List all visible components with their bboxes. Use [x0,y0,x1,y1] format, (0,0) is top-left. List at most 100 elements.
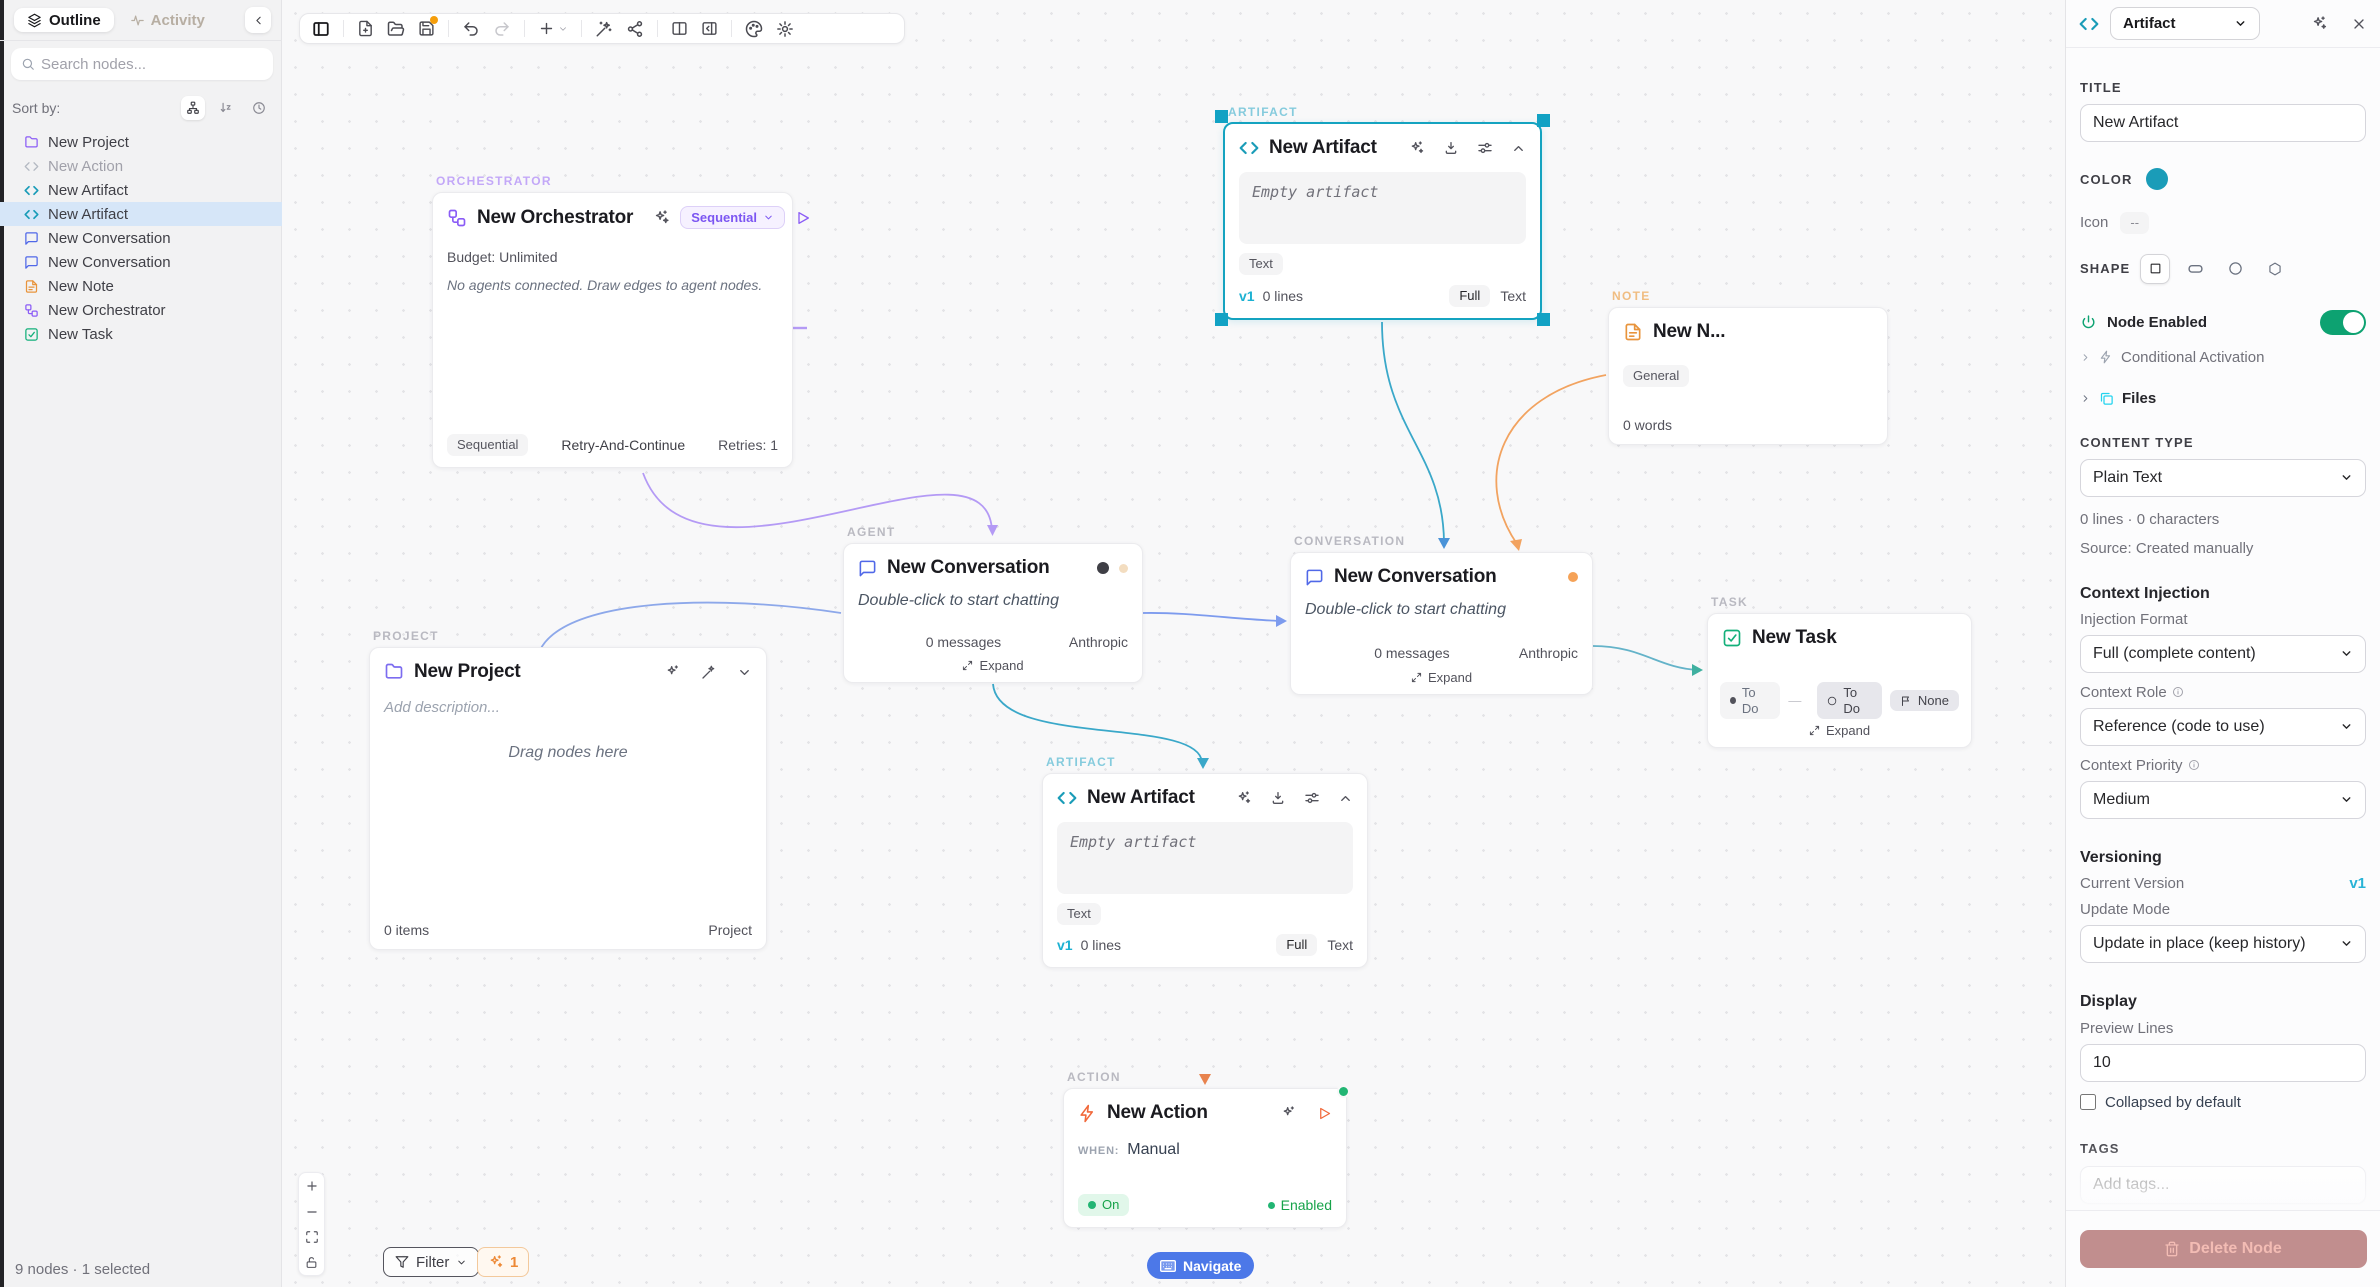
delete-node-button[interactable]: Delete Node [2080,1230,2367,1268]
todo-chip[interactable]: To Do [1817,682,1882,719]
icon-picker[interactable]: -- [2120,212,2149,234]
tab-activity[interactable]: Activity [122,8,213,33]
sparkles-icon[interactable] [1409,140,1425,156]
content-type-select[interactable]: Plain Text [2080,459,2366,497]
node-conversation-agent[interactable]: AGENT New Conversation Double-click to s… [843,543,1143,683]
title-input[interactable] [2080,104,2366,142]
selection-handle[interactable] [1215,110,1228,123]
artifact-content-placeholder[interactable]: Empty artifact [1057,822,1353,894]
node-conversation[interactable]: CONVERSATION New Conversation Double-cli… [1290,552,1593,695]
list-item-artifact[interactable]: New Artifact [0,178,282,202]
chat-hint[interactable]: Double-click to start chatting [844,579,1142,610]
share-graph-icon[interactable] [626,20,644,38]
sidebar-toggle-icon[interactable] [312,20,330,38]
artifact-content-placeholder[interactable]: Empty artifact [1239,172,1526,244]
selection-handle[interactable] [1537,114,1550,127]
collapse-sidebar-button[interactable] [245,7,271,33]
settings-gear-icon[interactable] [776,20,794,38]
fit-view-button[interactable] [305,1230,319,1244]
color-swatch[interactable] [2146,168,2168,190]
zoom-out-button[interactable] [305,1205,319,1219]
selection-handle[interactable] [1215,313,1228,326]
node-artifact[interactable]: ARTIFACT New Artifact Empty artifact Tex… [1042,773,1368,968]
node-enabled-toggle[interactable] [2320,310,2366,335]
run-icon[interactable] [1317,1106,1332,1121]
sort-alpha-button[interactable] [214,96,238,120]
view-full-toggle[interactable]: Full [1276,934,1317,956]
shape-rounded-option[interactable] [2180,254,2210,284]
list-item-conversation[interactable]: New Conversation [0,250,282,274]
expand-button[interactable]: Expand [1708,723,1971,738]
new-file-icon[interactable] [357,20,374,37]
mode-select[interactable]: Sequential [680,206,785,229]
list-item-conversation[interactable]: New Conversation [0,226,282,250]
run-icon[interactable] [795,210,811,226]
search-input[interactable] [41,56,263,73]
sliders-icon[interactable] [1477,140,1493,156]
zoom-in-button[interactable] [305,1179,319,1193]
list-item-note[interactable]: New Note [0,274,282,298]
magic-wand-icon[interactable] [595,20,613,38]
list-item-project[interactable]: New Project [0,130,282,154]
filter-button[interactable]: Filter [383,1247,479,1277]
sparkles-icon[interactable] [2311,15,2328,32]
panel-collapse-icon[interactable] [701,20,718,37]
description-placeholder[interactable]: Add description... [370,683,766,716]
node-artifact-selected[interactable]: ARTIFACT New Artifact Empty artifact Tex… [1223,122,1542,320]
navigate-button[interactable]: Navigate [1147,1252,1254,1279]
sparkles-icon[interactable] [653,209,670,226]
injection-format-select[interactable]: Full (complete content) [2080,635,2366,673]
sort-hierarchy-button[interactable] [181,96,205,120]
shape-circle-option[interactable] [2220,254,2250,284]
download-icon[interactable] [1270,790,1286,806]
undo-icon[interactable] [462,20,480,38]
node-type-select[interactable]: Artifact [2110,7,2260,40]
lock-button[interactable] [305,1256,318,1269]
sliders-icon[interactable] [1304,790,1320,806]
add-node-button[interactable] [538,20,568,37]
priority-chip[interactable]: None [1890,690,1959,712]
magic-wand-icon[interactable] [701,664,717,680]
split-view-icon[interactable] [671,20,688,37]
chevron-up-icon[interactable] [1338,791,1353,806]
collapsed-default-checkbox[interactable] [2080,1094,2096,1110]
search-nodes-box[interactable] [11,48,273,80]
sort-recent-button[interactable] [247,96,271,120]
preview-lines-input[interactable] [2080,1044,2366,1082]
view-text-toggle[interactable]: Text [1327,937,1353,953]
view-text-toggle[interactable]: Text [1500,288,1526,304]
context-priority-select[interactable]: Medium [2080,781,2366,819]
node-project[interactable]: PROJECT New Project Add description... D… [369,647,767,950]
list-item-artifact-selected[interactable]: New Artifact [0,202,282,226]
files-label[interactable]: Files [2122,390,2156,407]
on-chip[interactable]: On [1078,1194,1129,1216]
redo-icon[interactable] [493,20,511,38]
chevron-down-icon[interactable] [737,665,752,680]
open-folder-icon[interactable] [387,20,405,38]
list-item-action[interactable]: New Action [0,154,282,178]
expand-button[interactable]: Expand [1291,670,1592,685]
list-item-task[interactable]: New Task [0,322,282,346]
node-action[interactable]: ACTION New Action WHEN: Manual On Enable… [1063,1088,1347,1228]
shape-square-option[interactable] [2140,254,2170,284]
ai-suggestions-button[interactable]: 1 [477,1247,529,1277]
conditional-activation-label[interactable]: Conditional Activation [2121,349,2264,366]
node-orchestrator[interactable]: ORCHESTRATOR New Orchestrator Sequential… [432,192,793,468]
palette-icon[interactable] [745,20,763,38]
chat-hint[interactable]: Double-click to start chatting [1291,588,1592,619]
view-full-toggle[interactable]: Full [1449,285,1490,307]
shape-hexagon-option[interactable] [2260,254,2290,284]
list-item-orchestrator[interactable]: New Orchestrator [0,298,282,322]
sparkles-icon[interactable] [665,664,681,680]
tags-input[interactable] [2080,1166,2366,1204]
when-value[interactable]: Manual [1127,1141,1179,1159]
sparkles-icon[interactable] [1236,790,1252,806]
tab-outline[interactable]: Outline [14,8,114,32]
context-role-select[interactable]: Reference (code to use) [2080,708,2366,746]
node-note[interactable]: NOTE New N... General 0 words [1608,307,1888,445]
close-icon[interactable] [2351,16,2367,32]
download-icon[interactable] [1443,140,1459,156]
save-icon[interactable] [418,20,435,37]
node-task[interactable]: TASK New Task To Do — To Do None Expand [1707,613,1972,748]
expand-button[interactable]: Expand [844,658,1142,673]
